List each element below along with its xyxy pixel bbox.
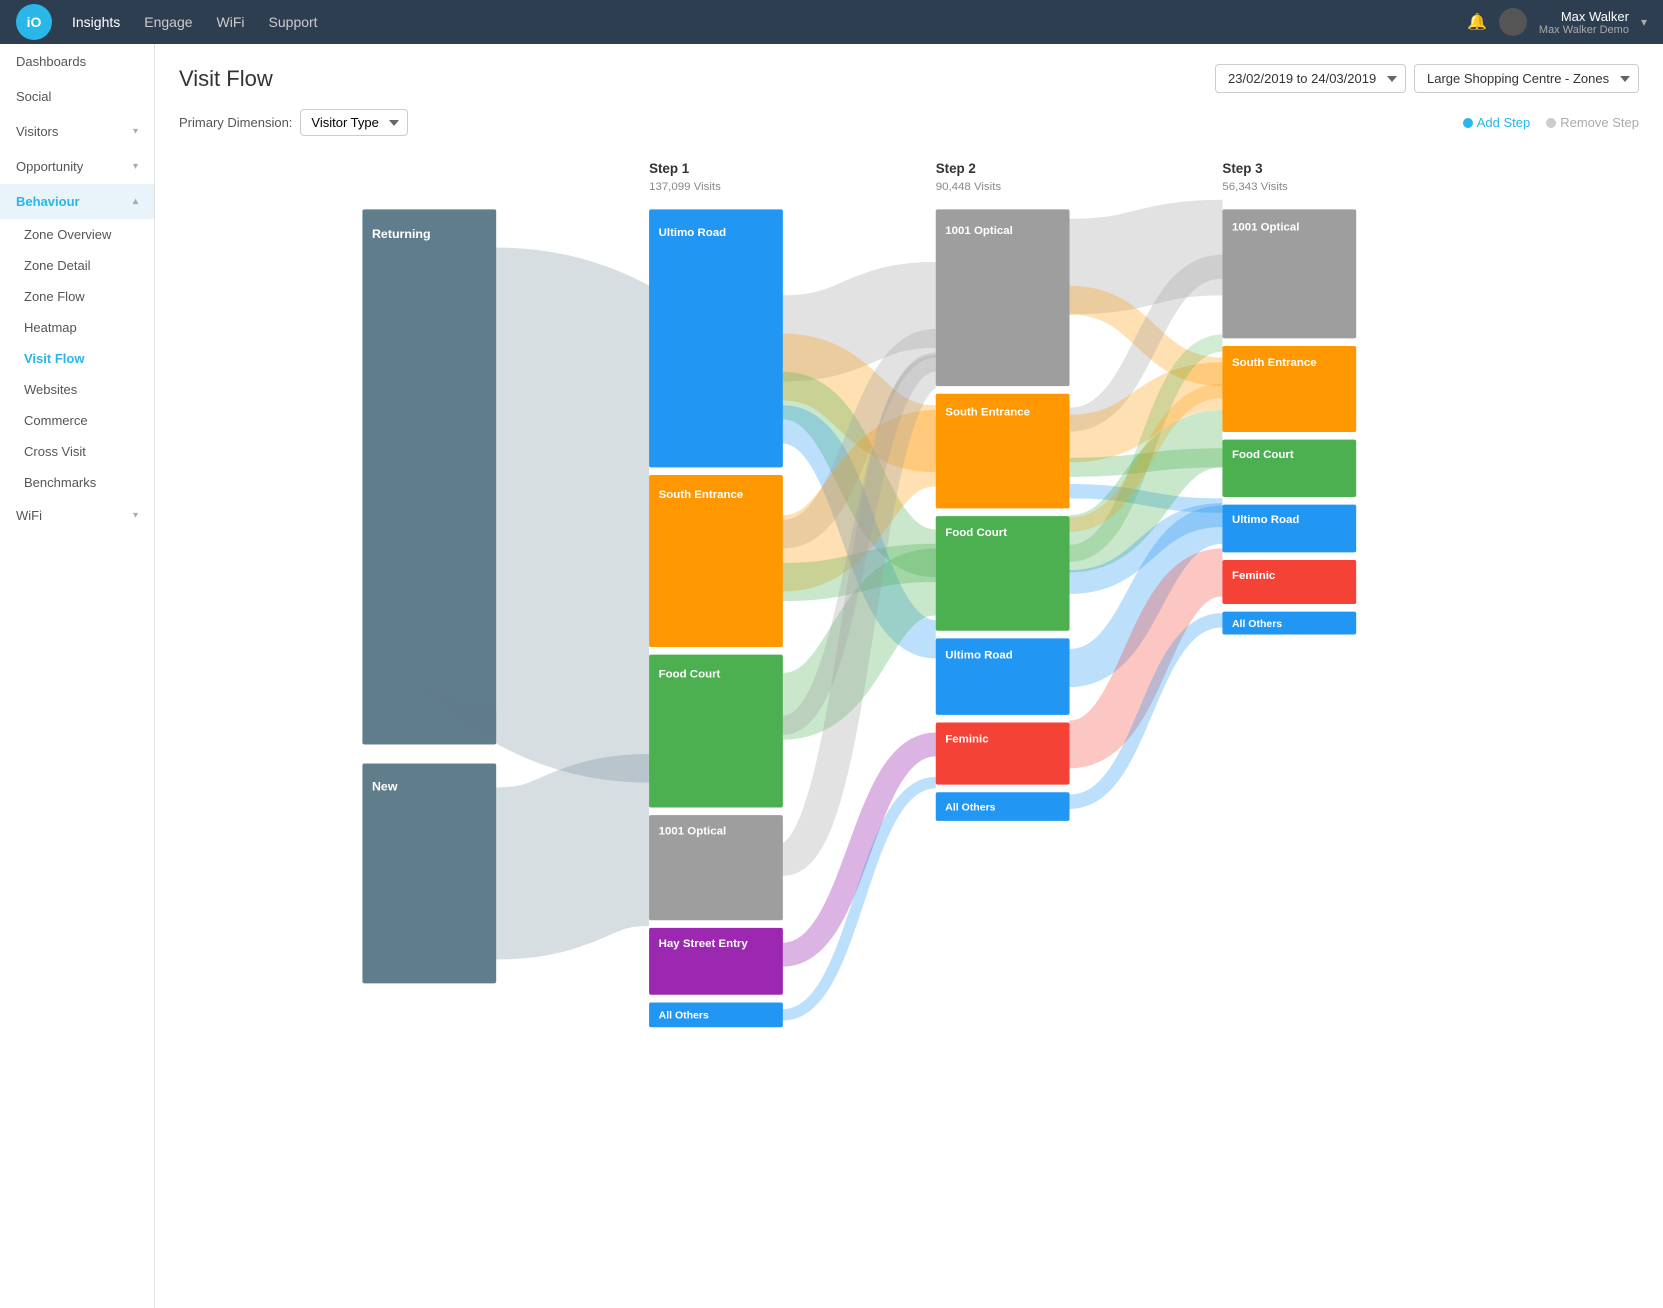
nav-wifi[interactable]: WiFi [217,14,245,30]
node-s2-all-others-label: All Others [945,801,995,813]
sidebar-label-behaviour: Behaviour [16,194,80,209]
sidebar-item-social[interactable]: Social [0,79,154,114]
sidebar-item-visit-flow[interactable]: Visit Flow [0,343,154,374]
main-content: Visit Flow 23/02/2019 to 24/03/2019 Larg… [155,44,1663,1308]
primary-dim-label: Primary Dimension: [179,115,292,130]
node-s1-south-entrance-label: South Entrance [659,489,744,501]
node-s1-ultimo-road[interactable] [649,209,783,467]
sidebar-item-heatmap[interactable]: Heatmap [0,312,154,343]
user-area: 🔔 Max Walker Max Walker Demo ▾ [1467,8,1647,36]
main-layout: Dashboards Social Visitors ▾ Opportunity… [0,44,1663,1308]
sidebar-label-wifi: WiFi [16,508,42,523]
chevron-down-icon: ▾ [133,126,138,137]
remove-step-label: Remove Step [1560,115,1639,130]
primary-dimension-control: Primary Dimension: Visitor Type [179,109,408,136]
node-returning[interactable] [362,209,496,744]
node-s3-all-others-label: All Others [1232,618,1282,630]
step1-label: Step 1 [649,161,690,176]
node-s3-ultimo-road[interactable] [1222,505,1356,553]
node-s2-feminic[interactable] [936,722,1070,784]
top-navigation: iO Insights Engage WiFi Support 🔔 Max Wa… [0,0,1663,44]
primary-dim-select[interactable]: Visitor Type [300,109,408,136]
location-select[interactable]: Large Shopping Centre - Zones [1414,64,1639,93]
sidebar-item-cross-visit[interactable]: Cross Visit [0,436,154,467]
user-org: Max Walker Demo [1539,24,1629,36]
sidebar-item-zone-overview[interactable]: Zone Overview [0,219,154,250]
sidebar-label-opportunity: Opportunity [16,159,83,174]
node-s1-food-court-label: Food Court [659,669,721,681]
user-name: Max Walker [1539,9,1629,24]
sankey-chart: Step 1 137,099 Visits Step 2 90,448 Visi… [179,152,1639,1015]
main-nav: Insights Engage WiFi Support [72,14,1467,30]
step2-visits: 90,448 Visits [936,181,1002,193]
sidebar: Dashboards Social Visitors ▾ Opportunity… [0,44,155,1308]
sidebar-item-visitors[interactable]: Visitors ▾ [0,114,154,149]
user-info: Max Walker Max Walker Demo [1539,9,1629,36]
node-s2-south-entrance-label: South Entrance [945,407,1030,419]
page-header: Visit Flow 23/02/2019 to 24/03/2019 Larg… [179,64,1639,93]
nav-insights[interactable]: Insights [72,14,120,30]
notification-icon[interactable]: 🔔 [1467,12,1487,32]
nav-support[interactable]: Support [269,14,318,30]
node-s1-hay-street-label: Hay Street Entry [659,938,749,950]
node-new[interactable] [362,764,496,984]
sidebar-item-benchmarks[interactable]: Benchmarks [0,467,154,498]
add-step-icon [1463,118,1473,128]
toolbar: Primary Dimension: Visitor Type Add Step… [179,109,1639,136]
sidebar-item-websites[interactable]: Websites [0,374,154,405]
remove-step-button[interactable]: Remove Step [1546,115,1639,130]
page-title: Visit Flow [179,66,273,92]
sidebar-item-opportunity[interactable]: Opportunity ▾ [0,149,154,184]
user-avatar [1499,8,1527,36]
step1-visits: 137,099 Visits [649,181,721,193]
node-s3-food-court-label: Food Court [1232,449,1294,461]
chevron-down-icon: ▾ [133,510,138,521]
sidebar-label-visitors: Visitors [16,124,58,139]
node-s2-1001-optical-label: 1001 Optical [945,225,1012,237]
step2-label: Step 2 [936,161,976,176]
step3-label: Step 3 [1222,161,1262,176]
sankey-svg: Step 1 137,099 Visits Step 2 90,448 Visi… [179,152,1639,1012]
add-step-label: Add Step [1477,115,1531,130]
node-s2-food-court-label: Food Court [945,527,1007,539]
node-s2-feminic-label: Feminic [945,734,989,746]
node-s2-ultimo-road-label: Ultimo Road [945,649,1012,661]
app-logo: iO [16,4,52,40]
add-step-button[interactable]: Add Step [1463,115,1531,130]
chevron-up-icon: ▴ [133,196,138,207]
sidebar-item-wifi[interactable]: WiFi ▾ [0,498,154,533]
node-s3-south-entrance-label: South Entrance [1232,357,1317,369]
sidebar-item-zone-detail[interactable]: Zone Detail [0,250,154,281]
nav-engage[interactable]: Engage [144,14,192,30]
sidebar-item-dashboards[interactable]: Dashboards [0,44,154,79]
user-chevron[interactable]: ▾ [1641,15,1647,29]
step-controls: Add Step Remove Step [1463,115,1639,130]
node-s3-1001-optical-label: 1001 Optical [1232,221,1299,233]
remove-step-icon [1546,118,1556,128]
chevron-down-icon: ▾ [133,161,138,172]
sidebar-item-zone-flow[interactable]: Zone Flow [0,281,154,312]
date-range-select[interactable]: 23/02/2019 to 24/03/2019 [1215,64,1406,93]
node-s1-ultimo-road-label: Ultimo Road [659,227,726,239]
sidebar-item-behaviour[interactable]: Behaviour ▴ [0,184,154,219]
node-new-label: New [372,779,398,793]
step3-visits: 56,343 Visits [1222,181,1288,193]
header-controls: 23/02/2019 to 24/03/2019 Large Shopping … [1215,64,1639,93]
node-s1-1001-optical-label: 1001 Optical [659,825,726,837]
node-returning-label: Returning [372,227,431,241]
sidebar-item-commerce[interactable]: Commerce [0,405,154,436]
node-s3-ultimo-road-label: Ultimo Road [1232,514,1299,526]
node-s3-feminic-label: Feminic [1232,570,1276,582]
node-s1-all-others-label: All Others [659,1010,709,1022]
